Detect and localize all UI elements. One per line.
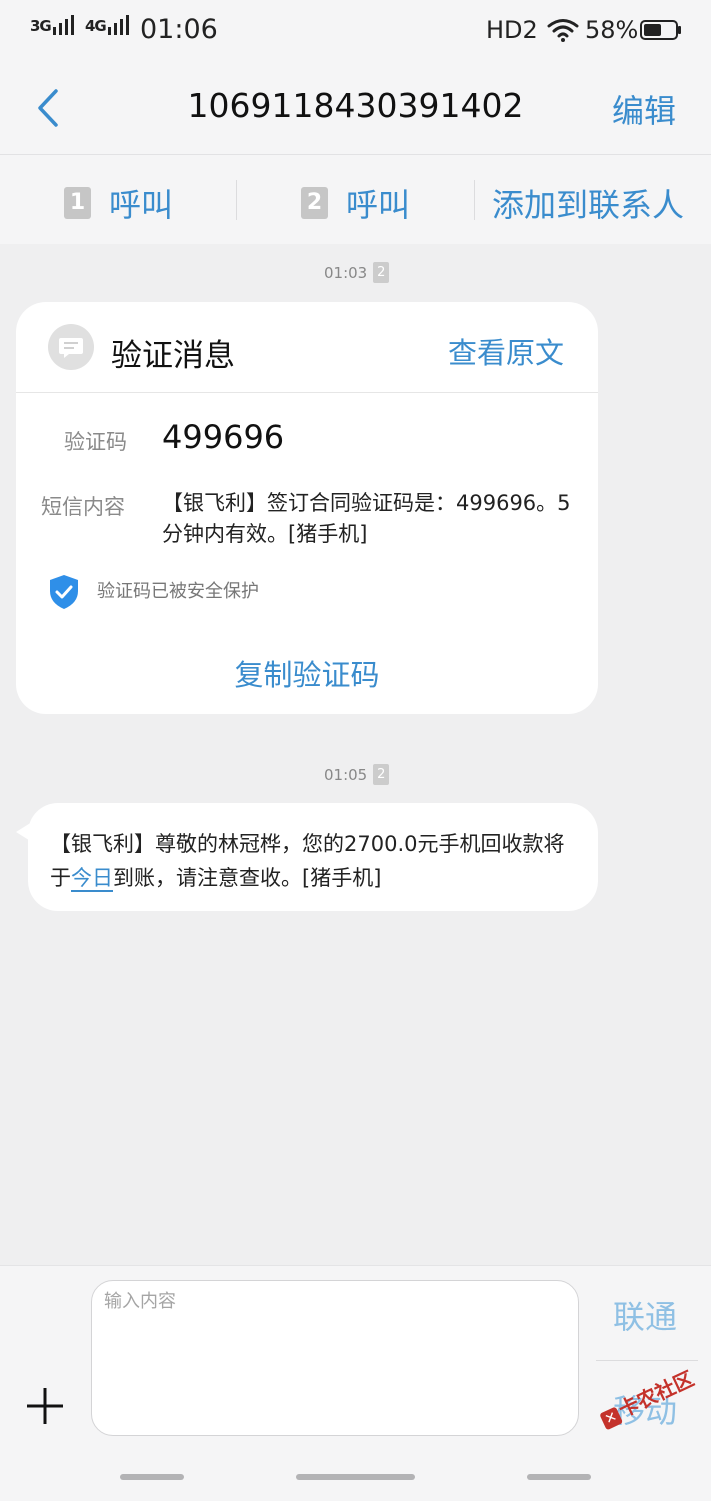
sim1-badge-icon: 1 [64,187,91,219]
shield-check-icon [50,575,78,609]
add-contact-button[interactable]: 添加到联系人 [492,180,684,226]
sim1-call-label: 呼叫 [109,186,174,224]
divider [236,180,237,220]
sim1-network-label: 3G [30,17,52,35]
protection-note: 验证码已被安全保护 [97,581,259,602]
code-value: 499696 [162,418,285,456]
status-time: 01:06 [140,14,218,45]
status-bar: 3G 4G 01:06 HD2 58% [0,0,711,62]
sim2-call-button[interactable]: 2 呼叫 [301,180,410,226]
sim2-signal-icon: 4G [85,15,129,35]
nav-gesture-home[interactable] [296,1474,415,1480]
plus-icon[interactable] [25,1386,65,1426]
divider [596,1360,698,1361]
view-original-button[interactable]: 查看原文 [448,330,564,372]
conversation-header: 1069118430391402 编辑 [0,62,711,155]
sim-badge-icon: 2 [373,262,390,283]
sim-badge-icon: 2 [373,764,390,785]
content-label: 短信内容 [41,495,125,519]
message-icon [48,324,94,370]
send-unicom-button[interactable]: 联通 [613,1292,677,1338]
verification-card: 验证消息 查看原文 验证码 499696 短信内容 【银飞利】签订合同验证码是：… [16,302,598,714]
timestamp: 01:03 2 [324,262,390,283]
message-text-after: 到账，请注意查收。[猪手机] [113,866,382,890]
timestamp-text: 01:05 [324,765,368,784]
hd-label: HD2 [486,16,538,44]
nav-gesture-left[interactable] [120,1474,184,1480]
timestamp-text: 01:03 [324,263,368,282]
page-title: 1069118430391402 [187,86,524,125]
divider [474,180,475,220]
battery-percent: 58% [585,16,639,44]
sim1-call-button[interactable]: 1 呼叫 [64,180,173,226]
message-text: 【银飞利】尊敬的林冠桦，您的2700.0元手机回收款将于今日到账，请注意查收。[… [50,827,580,895]
battery-icon [640,20,682,42]
sim2-badge-icon: 2 [301,187,328,219]
sim1-signal-icon: 3G [30,15,74,35]
sim2-call-label: 呼叫 [346,186,411,224]
message-bubble[interactable]: 【银飞利】尊敬的林冠桦，您的2700.0元手机回收款将于今日到账，请注意查收。[… [28,803,598,911]
date-link[interactable]: 今日 [71,866,113,892]
wifi-icon [547,19,579,42]
sms-content: 【银飞利】签订合同验证码是：499696。5分钟内有效。[猪手机] [162,491,571,546]
divider [16,392,598,393]
copy-code-button[interactable]: 复制验证码 [16,652,598,694]
card-title: 验证消息 [111,338,235,374]
action-row: 1 呼叫 2 呼叫 添加到联系人 [0,155,711,244]
battery-fill [644,24,662,36]
sim2-network-label: 4G [85,17,107,35]
timestamp: 01:05 2 [324,764,390,785]
code-label: 验证码 [64,430,127,454]
compose-bar: 联通 移动 [0,1265,711,1501]
nav-gesture-right[interactable] [527,1474,591,1480]
edit-button[interactable]: 编辑 [612,86,676,132]
message-input[interactable] [91,1280,579,1436]
